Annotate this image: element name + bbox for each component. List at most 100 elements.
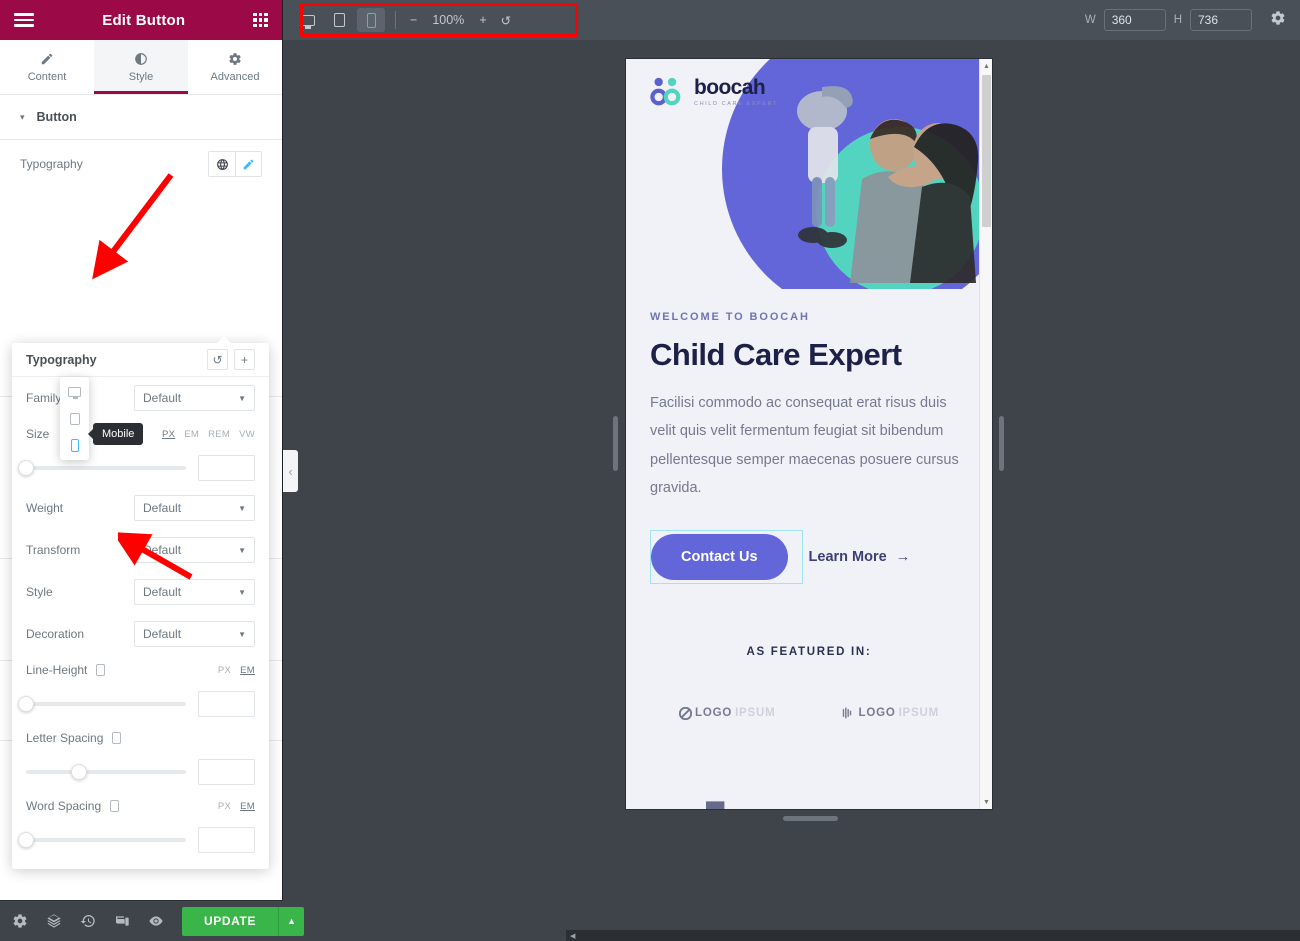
settings-gear-icon[interactable] bbox=[12, 913, 28, 929]
line-height-slider[interactable] bbox=[18, 696, 186, 712]
preview-eye-icon[interactable] bbox=[148, 913, 164, 929]
device-tooltip: Mobile bbox=[93, 423, 144, 445]
device-option-tablet[interactable] bbox=[60, 409, 89, 428]
resize-handle-right[interactable] bbox=[999, 416, 1004, 471]
mobile-icon[interactable] bbox=[110, 800, 120, 812]
resize-handle-bottom[interactable] bbox=[783, 816, 838, 821]
height-input[interactable]: 736 bbox=[1190, 9, 1252, 31]
scroll-down-arrow-icon[interactable]: ▼ bbox=[980, 795, 992, 809]
add-icon[interactable]: + bbox=[234, 349, 255, 370]
slider-handle[interactable] bbox=[18, 832, 34, 848]
hamburger-icon[interactable] bbox=[14, 13, 34, 27]
style-label: Style bbox=[26, 585, 53, 599]
logoipsum-2-prefix: LOGO bbox=[858, 707, 896, 720]
chevron-down-icon: ▾ bbox=[20, 111, 25, 122]
size-slider[interactable] bbox=[18, 460, 186, 476]
slider-handle[interactable] bbox=[18, 696, 34, 712]
style-value: Default bbox=[143, 585, 182, 599]
chevron-down-icon: ▼ bbox=[238, 629, 246, 639]
history-icon[interactable] bbox=[80, 913, 96, 929]
zoom-controls: − 100% + ↺ bbox=[396, 13, 525, 28]
weight-select[interactable]: Default ▼ bbox=[134, 495, 255, 521]
width-input[interactable]: 360 bbox=[1103, 9, 1166, 31]
typography-popup-header: Typography ↺ + bbox=[12, 343, 269, 377]
device-option-desktop[interactable] bbox=[60, 382, 89, 401]
tab-style-label: Style bbox=[128, 70, 154, 83]
panel-header: Edit Button bbox=[0, 0, 282, 40]
zoom-level: 100% bbox=[432, 13, 465, 27]
tab-style[interactable]: Style bbox=[94, 40, 188, 94]
topbar-settings-gear-icon[interactable] bbox=[1260, 10, 1300, 31]
transform-select[interactable]: Default ▼ bbox=[134, 537, 255, 563]
slider-handle[interactable] bbox=[18, 460, 34, 476]
logoipsum-2: LOGO IPSUM bbox=[842, 706, 939, 720]
layers-icon[interactable] bbox=[46, 913, 62, 929]
transform-value: Default bbox=[143, 543, 182, 557]
field-style: Style Default ▼ bbox=[12, 571, 269, 613]
scrollbar-thumb[interactable] bbox=[982, 75, 991, 227]
responsive-mode-icon[interactable] bbox=[114, 913, 130, 929]
topbar-device-desktop[interactable] bbox=[293, 8, 321, 32]
page-title: Edit Button bbox=[102, 11, 186, 29]
zoom-reset-button[interactable]: ↺ bbox=[501, 13, 511, 28]
scroll-up-arrow-icon[interactable]: ▲ bbox=[980, 59, 992, 73]
line-height-input[interactable] bbox=[198, 691, 255, 717]
preview-scrollbar[interactable]: ▲ ▼ bbox=[979, 59, 992, 809]
zoom-out-button[interactable]: − bbox=[410, 13, 417, 27]
size-input[interactable] bbox=[198, 455, 255, 481]
style-select[interactable]: Default ▼ bbox=[134, 579, 255, 605]
update-button[interactable]: UPDATE bbox=[182, 906, 279, 936]
reset-icon[interactable]: ↺ bbox=[207, 349, 228, 370]
letter-spacing-slider[interactable] bbox=[26, 764, 186, 780]
line-height-label: Line-Height bbox=[26, 663, 88, 677]
grid-apps-icon[interactable] bbox=[253, 12, 268, 28]
letter-spacing-input[interactable] bbox=[198, 759, 255, 785]
unit-vw[interactable]: VW bbox=[239, 429, 255, 440]
mobile-icon[interactable] bbox=[112, 732, 122, 744]
slider-handle[interactable] bbox=[70, 764, 87, 780]
scroll-left-arrow-icon[interactable]: ◀ bbox=[566, 932, 575, 940]
preview-frame-wrapper: boocah CHILD CARE EXPERT WELCOME TO BOOC… bbox=[625, 58, 993, 810]
device-option-mobile[interactable] bbox=[60, 436, 89, 455]
resize-handle-left[interactable] bbox=[613, 416, 618, 471]
topbar-device-mobile[interactable] bbox=[357, 8, 385, 32]
chevron-down-icon: ▼ bbox=[238, 503, 246, 513]
tab-advanced[interactable]: Advanced bbox=[188, 40, 282, 94]
site-logo[interactable]: boocah CHILD CARE EXPERT bbox=[649, 77, 778, 107]
mobile-icon[interactable] bbox=[96, 664, 106, 676]
pencil-edit-icon[interactable] bbox=[235, 152, 261, 176]
unit-em[interactable]: EM bbox=[184, 429, 199, 440]
device-switcher-dropdown bbox=[60, 377, 89, 460]
word-spacing-input[interactable] bbox=[198, 827, 255, 853]
unit-em[interactable]: EM bbox=[240, 665, 255, 676]
unit-px[interactable]: PX bbox=[162, 429, 175, 440]
word-spacing-slider[interactable] bbox=[18, 832, 186, 848]
topbar-device-tablet[interactable] bbox=[325, 8, 353, 32]
tab-content-label: Content bbox=[27, 70, 67, 83]
unit-rem[interactable]: REM bbox=[208, 429, 230, 440]
globe-icon[interactable] bbox=[209, 152, 235, 176]
size-units: PX EM REM VW bbox=[162, 429, 255, 440]
contact-us-button[interactable]: Contact Us bbox=[651, 534, 788, 581]
preview-iframe: boocah CHILD CARE EXPERT WELCOME TO BOOC… bbox=[625, 58, 993, 810]
unit-px[interactable]: PX bbox=[218, 801, 231, 812]
decoration-select[interactable]: Default ▼ bbox=[134, 621, 255, 647]
monitor-icon bbox=[68, 386, 81, 399]
update-options-caret[interactable]: ▲ bbox=[278, 906, 305, 936]
unit-px[interactable]: PX bbox=[218, 665, 231, 676]
learn-more-link[interactable]: Learn More → bbox=[809, 549, 911, 565]
family-select[interactable]: Default ▼ bbox=[134, 385, 255, 411]
word-spacing-units: PX EM bbox=[218, 801, 255, 812]
word-spacing-slider-row bbox=[12, 821, 269, 859]
tab-content[interactable]: Content bbox=[0, 40, 94, 94]
hero-button-row: Contact Us Learn More → bbox=[650, 530, 992, 585]
section-button-header[interactable]: ▾ Button bbox=[0, 95, 282, 140]
unit-em[interactable]: EM bbox=[240, 801, 255, 812]
zoom-in-button[interactable]: + bbox=[479, 13, 486, 27]
decoration-value: Default bbox=[143, 627, 182, 641]
logoipsum-bars-icon bbox=[842, 707, 851, 719]
arrow-right-icon: → bbox=[895, 549, 911, 566]
canvas-bottom-scrollbar[interactable]: ◀ bbox=[566, 930, 1300, 941]
panel-collapse-toggle[interactable]: ‹ bbox=[283, 450, 298, 492]
chevron-down-icon: ▼ bbox=[238, 587, 246, 597]
